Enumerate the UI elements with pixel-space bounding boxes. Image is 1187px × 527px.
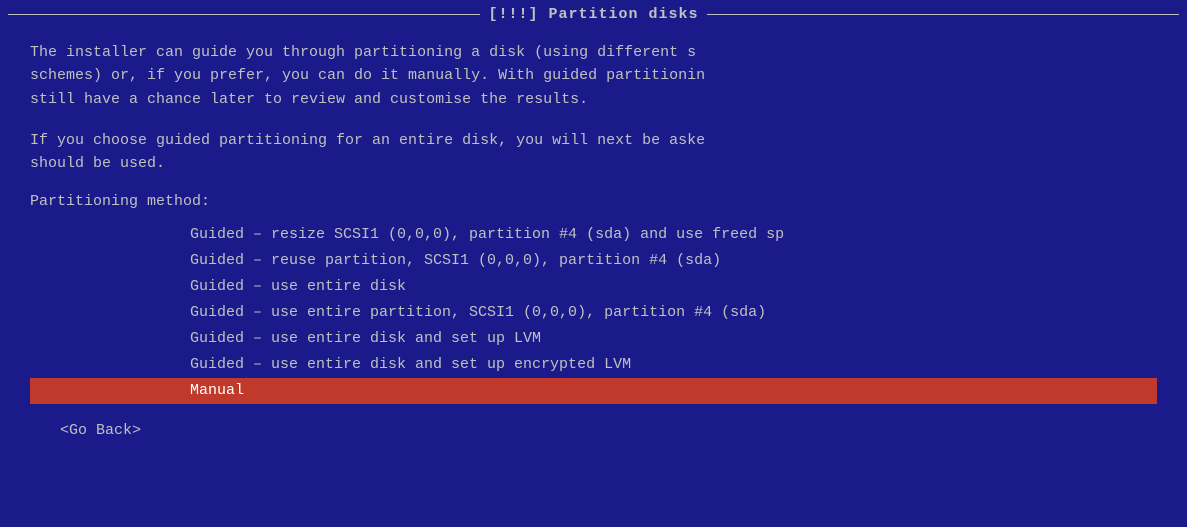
title-bar-right-line xyxy=(707,14,1179,15)
intro-paragraph: The installer can guide you through part… xyxy=(30,41,1157,111)
terminal-window: [!!!] Partition disks The installer can … xyxy=(0,0,1187,527)
menu-item-6[interactable]: Manual xyxy=(30,378,1157,404)
partitioning-method-label: Partitioning method: xyxy=(30,193,1157,210)
guided-info-paragraph: If you choose guided partitioning for an… xyxy=(30,129,1157,176)
partitioning-menu[interactable]: Guided – resize SCSI1 (0,0,0), partition… xyxy=(30,222,1157,404)
go-back-button[interactable]: <Go Back> xyxy=(30,422,1157,439)
menu-item-3[interactable]: Guided – use entire partition, SCSI1 (0,… xyxy=(30,300,1157,326)
menu-item-5[interactable]: Guided – use entire disk and set up encr… xyxy=(30,352,1157,378)
guided-info-text: If you choose guided partitioning for an… xyxy=(30,132,705,172)
menu-item-4[interactable]: Guided – use entire disk and set up LVM xyxy=(30,326,1157,352)
intro-text: The installer can guide you through part… xyxy=(30,44,705,108)
menu-item-2[interactable]: Guided – use entire disk xyxy=(30,274,1157,300)
main-content: The installer can guide you through part… xyxy=(0,31,1187,449)
title-bar-left-line xyxy=(8,14,480,15)
menu-item-0[interactable]: Guided – resize SCSI1 (0,0,0), partition… xyxy=(30,222,1157,248)
menu-item-1[interactable]: Guided – reuse partition, SCSI1 (0,0,0),… xyxy=(30,248,1157,274)
title-bar: [!!!] Partition disks xyxy=(0,0,1187,31)
window-title: [!!!] Partition disks xyxy=(488,6,698,23)
